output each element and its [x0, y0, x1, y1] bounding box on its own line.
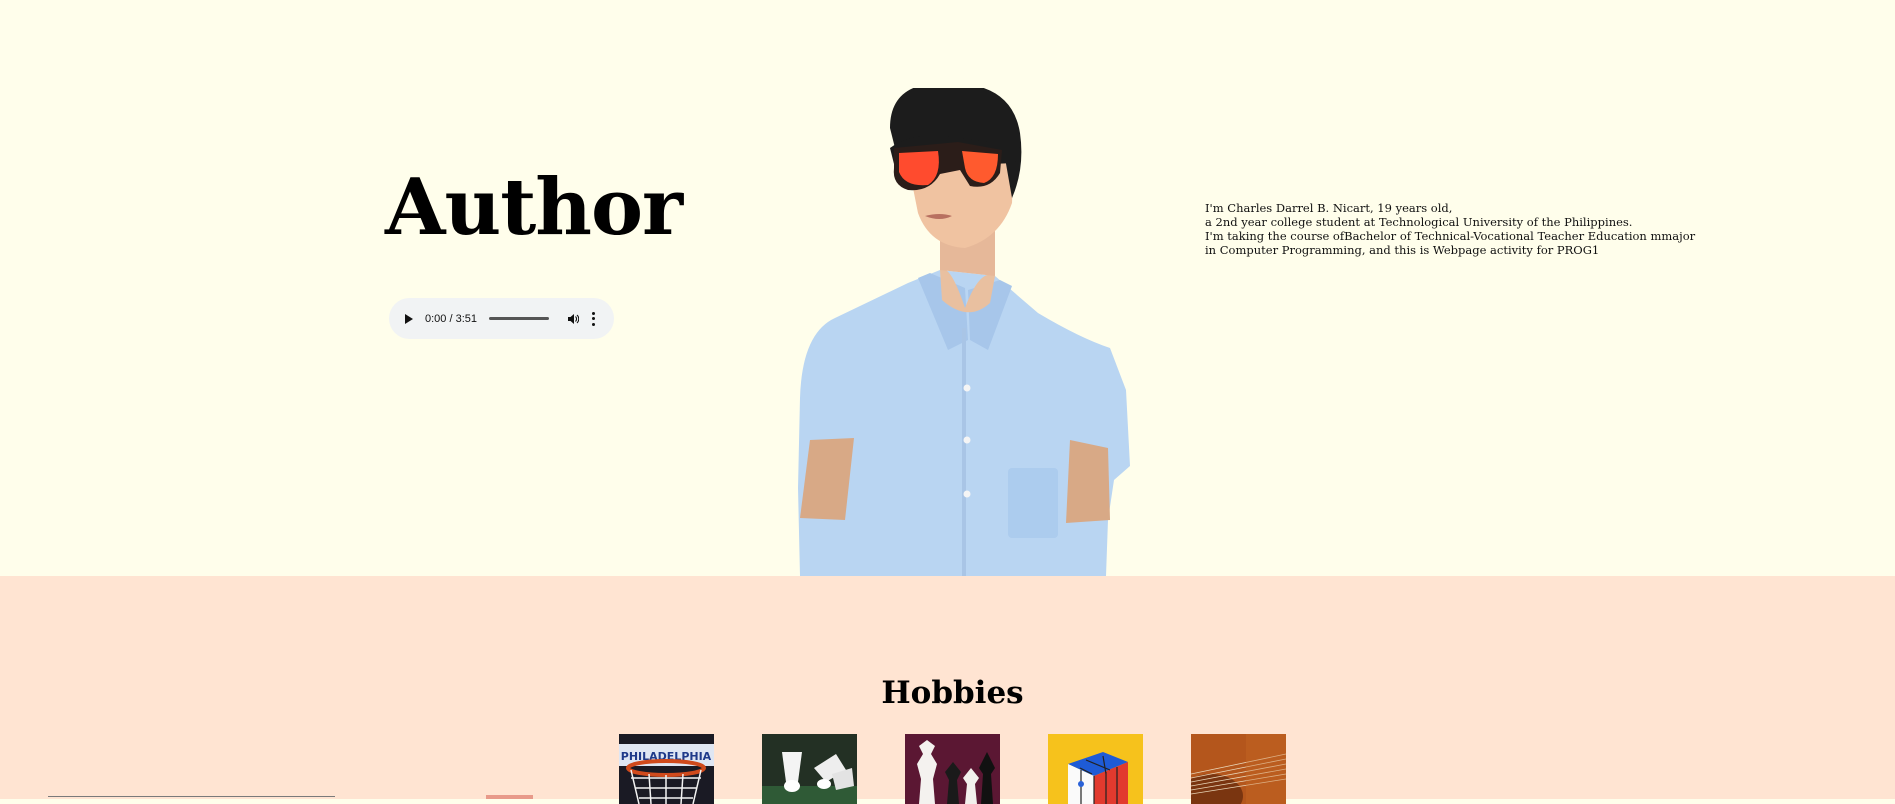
- play-icon[interactable]: [405, 313, 413, 324]
- badminton-shuttlecock-image[interactable]: [762, 734, 857, 804]
- accent-block: [486, 795, 533, 799]
- author-photo: [798, 88, 1130, 576]
- bio-line: I'm taking the course ofBachelor of Tech…: [1205, 229, 1696, 257]
- hobby-gallery: PHILADELPHIA: [619, 734, 1286, 804]
- audio-time: 0:00 / 3:51: [425, 312, 477, 325]
- rubiks-cube-image[interactable]: [1048, 734, 1143, 804]
- hobbies-section: Hobbies PHILADELPHIA: [0, 576, 1895, 804]
- divider: [48, 796, 335, 797]
- hobbies-title: Hobbies: [881, 675, 1024, 711]
- author-title: Author: [385, 162, 683, 253]
- author-section: Author 0:00 / 3:51 I'm Charles Darrel B.…: [0, 0, 1895, 576]
- bio-line: I'm Charles Darrel B. Nicart, 19 years o…: [1205, 201, 1453, 215]
- author-bio: I'm Charles Darrel B. Nicart, 19 years o…: [1205, 201, 1705, 257]
- chess-pieces-image[interactable]: [905, 734, 1000, 804]
- bio-line: a 2nd year college student at Technologi…: [1205, 215, 1633, 229]
- basketball-hoop-image[interactable]: PHILADELPHIA: [619, 734, 714, 804]
- audio-player[interactable]: 0:00 / 3:51: [389, 298, 614, 339]
- more-options-icon[interactable]: [591, 311, 595, 326]
- guitar-image[interactable]: [1191, 734, 1286, 804]
- volume-icon[interactable]: [567, 313, 580, 325]
- audio-progress-bar[interactable]: [489, 317, 549, 320]
